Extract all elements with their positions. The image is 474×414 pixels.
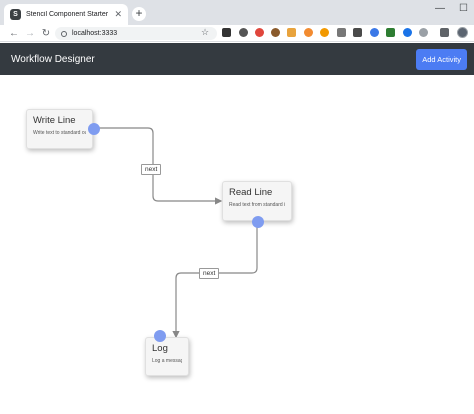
reload-icon[interactable]: ↻: [38, 28, 54, 39]
activity-title: Write Line: [33, 115, 76, 126]
extension-icon[interactable]: [403, 28, 412, 37]
browser-tab[interactable]: S Stencil Component Starter ✕: [4, 4, 128, 25]
input-port[interactable]: [154, 330, 166, 342]
activity-title: Log: [152, 343, 168, 354]
app-title: Workflow Designer: [11, 53, 95, 65]
add-activity-button[interactable]: Add Activity: [416, 48, 467, 70]
address-bar[interactable]: localhost:3333: [55, 27, 217, 40]
extension-icon[interactable]: [239, 28, 248, 37]
activity-description: Write text to standard out: [33, 130, 86, 136]
output-port[interactable]: [88, 123, 100, 135]
connection-label: next: [199, 268, 220, 279]
extension-icon[interactable]: [370, 28, 379, 37]
avatar[interactable]: [457, 27, 468, 38]
minimize-button[interactable]: —: [435, 3, 445, 14]
extension-icon[interactable]: [386, 28, 395, 37]
activity-title: Read Line: [229, 187, 273, 198]
extension-icon[interactable]: [255, 28, 264, 37]
extension-icon[interactable]: [320, 28, 329, 37]
window-controls: — ☐: [435, 3, 468, 14]
forward-arrow-icon[interactable]: →: [22, 28, 38, 39]
extension-icon[interactable]: [222, 28, 231, 37]
extension-icon[interactable]: [419, 28, 428, 37]
extension-icon[interactable]: [337, 28, 346, 37]
maximize-button[interactable]: ☐: [459, 3, 468, 14]
activity-log[interactable]: Log Log a message: [145, 330, 189, 376]
extension-icon[interactable]: [304, 28, 313, 37]
stencil-icon: S: [10, 9, 21, 20]
workflow-canvas[interactable]: next next Write Line Write text to stand…: [0, 75, 474, 414]
back-arrow-icon[interactable]: ←: [6, 28, 22, 39]
close-icon[interactable]: ✕: [114, 9, 122, 20]
activity-description: Read text from standard in: [229, 202, 285, 208]
app-navbar: Workflow Designer Add Activity: [0, 43, 474, 75]
bookmark-star-icon[interactable]: ☆: [201, 27, 209, 38]
extension-icon[interactable]: [287, 28, 296, 37]
url-text: localhost:3333: [72, 30, 118, 37]
extension-icon[interactable]: [353, 28, 362, 37]
connection-label: next: [141, 164, 162, 175]
info-icon[interactable]: [61, 30, 67, 37]
browser-tabstrip: S Stencil Component Starter ✕ + — ☐: [0, 0, 474, 25]
connection-line[interactable]: [172, 221, 258, 339]
activity-description: Log a message: [152, 358, 182, 364]
extension-icon[interactable]: [271, 28, 280, 37]
new-tab-button[interactable]: +: [132, 7, 146, 21]
output-port[interactable]: [252, 216, 264, 228]
cast-icon[interactable]: [440, 28, 449, 37]
activity-read-line[interactable]: Read Line Read text from standard in: [222, 181, 292, 228]
tab-title: Stencil Component Starter: [26, 11, 109, 18]
activity-write-line[interactable]: Write Line Write text to standard out: [26, 109, 100, 149]
